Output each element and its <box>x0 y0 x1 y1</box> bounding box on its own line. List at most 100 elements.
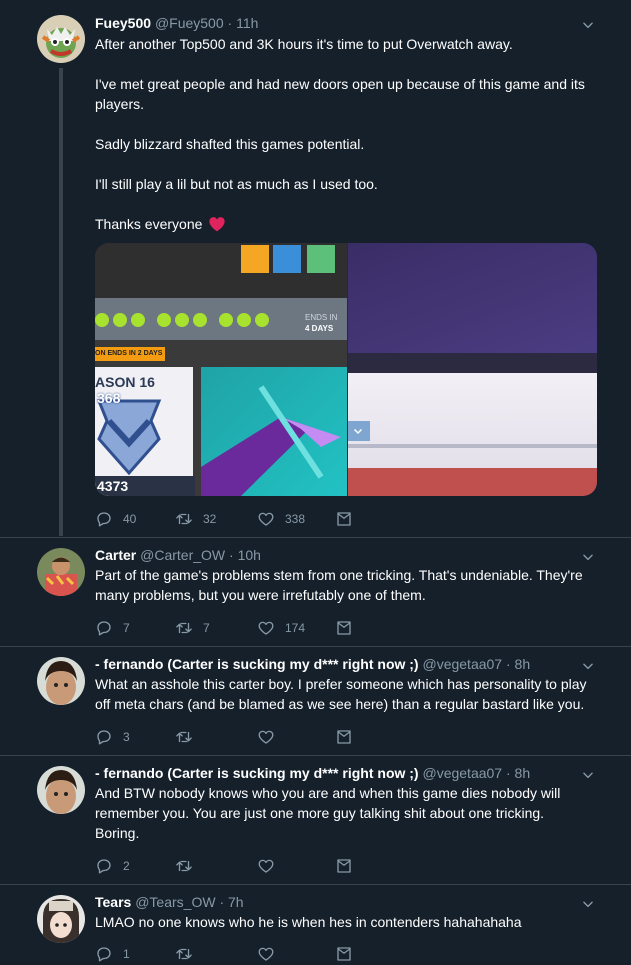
avatar[interactable] <box>37 15 85 63</box>
chevron-down-icon[interactable] <box>581 659 595 673</box>
heart-icon <box>257 857 275 875</box>
divider <box>0 884 631 885</box>
display-name[interactable]: - fernando (Carter is sucking my d*** ri… <box>95 765 419 781</box>
timestamp[interactable]: · 8h <box>506 656 530 672</box>
retweet-button[interactable] <box>175 944 193 964</box>
retweet-icon <box>175 728 193 746</box>
reply-icon <box>95 945 113 963</box>
timestamp[interactable]: · 11h <box>228 15 259 31</box>
sr-value: 368 <box>97 390 121 406</box>
progress-dots <box>95 313 269 327</box>
like-count: 174 <box>285 621 306 635</box>
media-image-1[interactable]: ENDS IN 4 DAYS ON ENDS IN 2 DAYS ASON 16… <box>95 243 347 496</box>
like-button[interactable] <box>257 856 275 876</box>
chevron-down-icon <box>353 428 363 435</box>
heart-icon <box>257 619 275 637</box>
retweet-button[interactable]: 7 <box>175 618 210 638</box>
retweet-icon <box>175 510 193 528</box>
heart-icon <box>257 510 275 528</box>
envelope-icon <box>335 728 353 746</box>
reply-count: 3 <box>123 730 130 744</box>
handle[interactable]: @Tears_OW <box>135 894 215 910</box>
chevron-down-icon[interactable] <box>581 18 595 32</box>
badge-icon <box>273 245 301 273</box>
season-banner: ON ENDS IN 2 DAYS <box>95 347 165 361</box>
reply-button[interactable]: 3 <box>95 727 130 747</box>
avatar[interactable] <box>37 766 85 814</box>
handle[interactable]: @Fuey500 <box>155 15 224 31</box>
tweet-text: What an asshole this carter boy. I prefe… <box>95 676 587 712</box>
dm-button[interactable] <box>335 856 353 876</box>
retweet-button[interactable]: 32 <box>175 509 216 529</box>
reply-icon <box>95 857 113 875</box>
weapon-icon <box>201 385 341 496</box>
chevron-down-icon[interactable] <box>581 768 595 782</box>
tweet-line-last: Thanks everyone <box>95 214 595 234</box>
dm-button[interactable] <box>335 509 353 529</box>
reply-button[interactable]: 40 <box>95 509 136 529</box>
tweet-line: I'll still play a lil but not as much as… <box>95 176 378 192</box>
display-name[interactable]: Tears <box>95 894 131 910</box>
retweet-icon <box>175 945 193 963</box>
tweet-media[interactable]: ENDS IN 4 DAYS ON ENDS IN 2 DAYS ASON 16… <box>95 243 597 496</box>
tweet-line: Thanks everyone <box>95 216 203 232</box>
timestamp[interactable]: · 7h <box>219 894 243 910</box>
thread-line <box>59 68 63 536</box>
handle[interactable]: @vegetaa07 <box>422 765 502 781</box>
envelope-icon <box>335 857 353 875</box>
like-button[interactable] <box>257 727 275 747</box>
dm-button[interactable] <box>335 618 353 638</box>
reply-button[interactable]: 1 <box>95 944 130 964</box>
reply-icon <box>95 510 113 528</box>
dm-button[interactable] <box>335 727 353 747</box>
badge-icon <box>307 245 335 273</box>
badge-icon <box>241 245 269 273</box>
retweet-button[interactable] <box>175 856 193 876</box>
tweet-line: After another Top500 and 3K hours it's t… <box>95 36 513 52</box>
reply-icon <box>95 728 113 746</box>
reply-count: 7 <box>123 621 130 635</box>
like-button[interactable]: 338 <box>257 509 305 529</box>
retweet-count: 7 <box>203 621 210 635</box>
season-label: ASON 16 <box>95 374 155 390</box>
envelope-icon <box>335 945 353 963</box>
chevron-down-icon[interactable] <box>581 897 595 911</box>
retweet-button[interactable] <box>175 727 193 747</box>
retweet-icon <box>175 857 193 875</box>
reply-button[interactable]: 2 <box>95 856 130 876</box>
reply-count: 1 <box>123 947 130 961</box>
tweet-line: I've met great people and had new doors … <box>95 76 585 112</box>
avatar[interactable] <box>37 895 85 943</box>
display-name[interactable]: Carter <box>95 547 136 563</box>
tweet-header: - fernando (Carter is sucking my d*** ri… <box>95 765 530 781</box>
tweet-header: Tears @Tears_OW · 7h <box>95 894 244 910</box>
avatar[interactable] <box>37 548 85 596</box>
reply-count: 2 <box>123 859 130 873</box>
heart-icon <box>257 728 275 746</box>
like-button[interactable]: 174 <box>257 618 305 638</box>
ends-in-label: ENDS IN <box>305 313 338 322</box>
ends-in-value: 4 DAYS <box>305 324 334 333</box>
reply-icon <box>95 619 113 637</box>
timestamp[interactable]: · 8h <box>506 765 530 781</box>
timestamp[interactable]: · 10h <box>229 547 261 563</box>
like-button[interactable] <box>257 944 275 964</box>
display-name[interactable]: Fuey500 <box>95 15 151 31</box>
reply-count: 40 <box>123 512 137 526</box>
retweet-icon <box>175 619 193 637</box>
handle[interactable]: @Carter_OW <box>140 547 225 563</box>
avatar[interactable] <box>37 657 85 705</box>
media-image-2[interactable] <box>348 243 597 496</box>
reply-button[interactable]: 7 <box>95 618 130 638</box>
heart-icon <box>257 945 275 963</box>
display-name[interactable]: - fernando (Carter is sucking my d*** ri… <box>95 656 419 672</box>
tweet-line: Sadly blizzard shafted this games potent… <box>95 136 365 152</box>
dm-button[interactable] <box>335 944 353 964</box>
divider <box>0 537 631 538</box>
like-count: 338 <box>285 512 306 526</box>
tweet-header: - fernando (Carter is sucking my d*** ri… <box>95 656 530 672</box>
chevron-down-icon[interactable] <box>581 550 595 564</box>
handle[interactable]: @vegetaa07 <box>422 656 502 672</box>
tweet-text: After another Top500 and 3K hours it's t… <box>95 34 595 254</box>
tweet-header: Carter @Carter_OW · 10h <box>95 547 261 563</box>
